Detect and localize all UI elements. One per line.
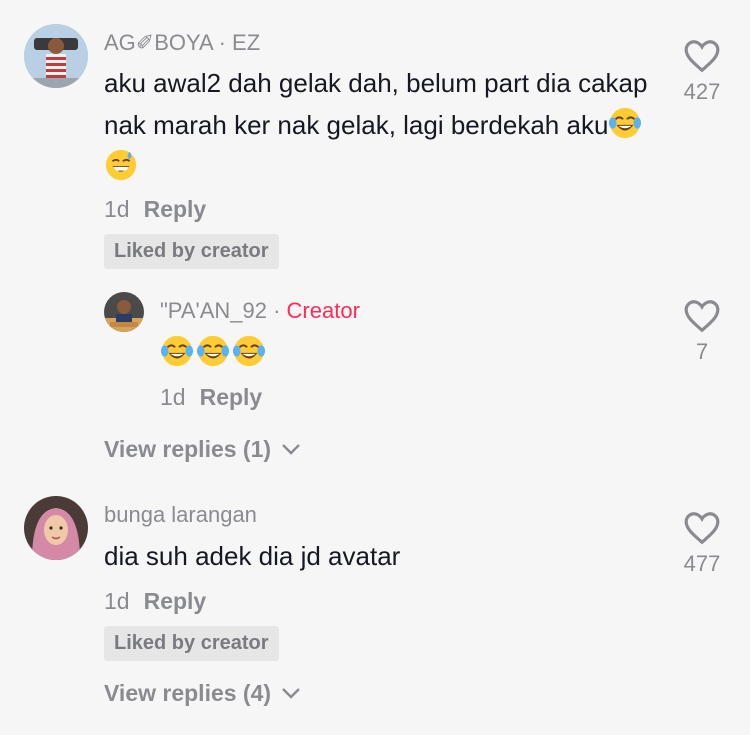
face-with-tears-of-joy-icon [609, 107, 642, 139]
reply-like-column: 7 [672, 298, 732, 365]
face-with-tears-of-joy-icon [196, 335, 230, 367]
chevron-down-icon [282, 688, 301, 699]
comment-meta: 1d Reply [104, 196, 206, 223]
like-column: 427 [672, 38, 732, 105]
reply-time: 1d [160, 384, 186, 410]
face-with-tears-of-joy-icon [232, 335, 266, 367]
avatar[interactable] [24, 496, 88, 560]
comment-text: dia suh adek dia jd avatar [104, 541, 401, 571]
reply-avatar-image [104, 292, 144, 332]
reply-button[interactable]: Reply [144, 588, 207, 614]
heart-icon[interactable] [683, 510, 721, 546]
like-count: 7 [695, 339, 709, 364]
reply-username-text[interactable]: "PA'AN_92 · [160, 298, 287, 323]
chevron-down-icon [282, 444, 301, 455]
comment-text: aku awal2 dah gelak dah, belum part dia … [104, 62, 664, 188]
view-replies-label[interactable]: View replies (4) [104, 680, 271, 706]
heart-icon[interactable] [683, 298, 721, 334]
comment-meta: 1d Reply [104, 588, 206, 615]
liked-by-creator-badge: Liked by creator [104, 626, 279, 661]
grinning-face-with-sweat-icon [105, 149, 137, 181]
creator-tag: Creator [286, 298, 360, 323]
comment-username[interactable]: AG✐BOYA · EZ [104, 30, 260, 56]
comment-text-content: aku awal2 dah gelak dah, belum part dia … [104, 68, 648, 140]
view-replies-button[interactable]: View replies (4) [104, 680, 301, 707]
view-replies-button[interactable]: View replies (1) [104, 436, 301, 463]
reply-username[interactable]: "PA'AN_92 · Creator [160, 298, 360, 324]
face-with-tears-of-joy-icon [160, 335, 194, 367]
comment-time: 1d [104, 588, 130, 614]
reply-button[interactable]: Reply [200, 384, 263, 410]
avatar[interactable] [24, 24, 88, 88]
liked-by-creator-badge: Liked by creator [104, 234, 279, 269]
comment-username[interactable]: bunga larangan [104, 502, 257, 528]
reply-avatar[interactable] [104, 292, 144, 332]
avatar-image [24, 496, 88, 560]
heart-icon[interactable] [683, 38, 721, 74]
like-column: 477 [672, 510, 732, 577]
reply-button[interactable]: Reply [144, 196, 207, 222]
avatar-image [24, 24, 88, 88]
comment-time: 1d [104, 196, 130, 222]
like-count: 477 [683, 551, 721, 576]
view-replies-label[interactable]: View replies (1) [104, 436, 271, 462]
like-count: 427 [683, 79, 721, 104]
reply-text [160, 332, 268, 374]
reply-meta: 1d Reply [160, 384, 262, 411]
